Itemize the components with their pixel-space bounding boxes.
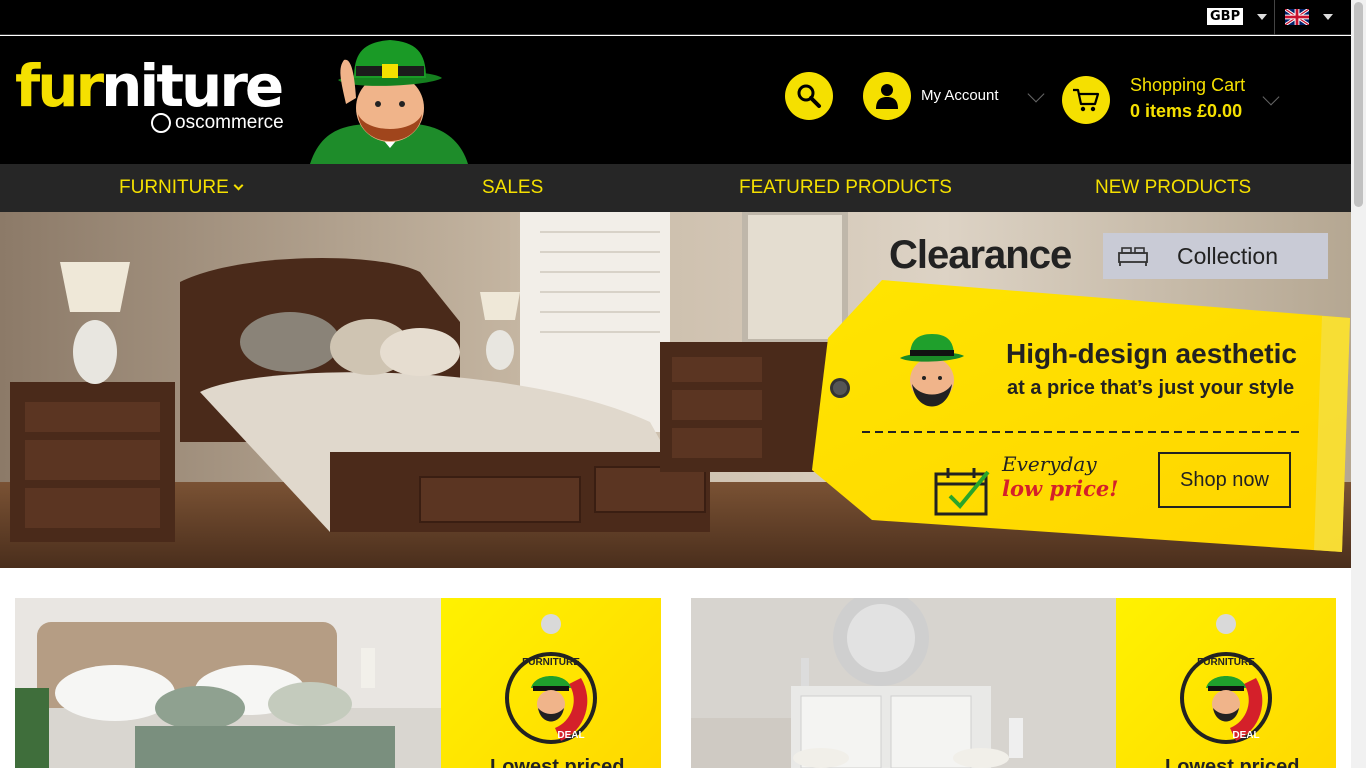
nav-item-furniture[interactable]: FURNITURE: [119, 177, 244, 199]
divider: [1274, 0, 1275, 35]
nav-item-label: FURNITURE: [119, 177, 229, 198]
tag-hole: [541, 614, 561, 634]
shop-now-button[interactable]: Shop now: [1158, 452, 1291, 508]
leprechaun-mascot: [310, 40, 468, 164]
hero-headline: High-design aesthetic: [1006, 338, 1297, 369]
bed-product-photo: [15, 598, 441, 768]
search-button[interactable]: [785, 72, 833, 120]
nav-item-featured-products[interactable]: FEATURED PRODUCTS: [739, 177, 952, 199]
furniture-deal-badge: FURNITURE DEAL: [505, 652, 597, 744]
user-icon: [876, 84, 898, 109]
nav-item-label: SALES: [482, 177, 544, 198]
site-header: furniture oscommerce My Account Shopping…: [0, 36, 1351, 164]
dining-product-photo: [691, 598, 1116, 768]
cart-summary[interactable]: 0 items £0.00: [1130, 101, 1242, 122]
scrollbar-thumb[interactable]: [1354, 2, 1363, 207]
site-logo[interactable]: furniture oscommerce: [15, 52, 284, 133]
deal-panel: FURNITURE DEAL Lowest priced: [1116, 598, 1336, 768]
hero-subline: at a price that’s just your style: [1007, 377, 1295, 399]
nav-item-label: NEW PRODUCTS: [1095, 177, 1252, 198]
my-account-link[interactable]: My Account: [921, 87, 999, 104]
logo-subtitle: oscommerce: [151, 112, 284, 134]
collection-badge[interactable]: Collection: [1103, 233, 1328, 279]
collection-label: Collection: [1177, 242, 1278, 269]
currency-code: GBP: [1207, 8, 1244, 25]
nav-item-label: FEATURED PRODUCTS: [739, 177, 952, 198]
cart-button[interactable]: [1062, 76, 1110, 124]
cart-title[interactable]: Shopping Cart: [1130, 75, 1245, 96]
promo-caption: Lowest priced: [490, 756, 625, 768]
logo-wordmark: furniture: [15, 52, 284, 120]
price-tag-graphic: [812, 280, 1350, 552]
promo-card[interactable]: FURNITURE DEAL Lowest priced: [15, 598, 661, 768]
chevron-down-icon[interactable]: [1027, 85, 1045, 103]
uk-flag-icon: [1285, 9, 1309, 25]
search-icon: [797, 84, 821, 108]
svg-text:DEAL: DEAL: [557, 730, 584, 741]
bed-icon: [1118, 247, 1148, 266]
svg-text:FURNITURE: FURNITURE: [1197, 657, 1255, 668]
everyday-text: Everyday: [1002, 452, 1097, 476]
top-bar: GBP: [0, 0, 1351, 35]
language-selector[interactable]: [1285, 9, 1333, 25]
caret-down-icon: [1323, 14, 1333, 20]
page-scrollbar[interactable]: [1351, 0, 1366, 768]
furniture-deal-badge: FURNITURE DEAL: [1180, 652, 1272, 744]
hero-banner[interactable]: Clearance Collection High-design aesthet…: [0, 212, 1351, 568]
main-nav: FURNITURE SALES FEATURED PRODUCTS NEW PR…: [0, 164, 1351, 212]
deal-panel: FURNITURE DEAL Lowest priced: [441, 598, 661, 768]
svg-text:FURNITURE: FURNITURE: [522, 657, 580, 668]
nav-item-new-products[interactable]: NEW PRODUCTS: [1095, 177, 1251, 199]
promo-card[interactable]: FURNITURE DEAL Lowest priced: [691, 598, 1336, 768]
caret-down-icon: [1257, 13, 1268, 20]
tag-hole: [1216, 614, 1236, 634]
promo-caption: Lowest priced: [1165, 756, 1300, 768]
chevron-down-icon: [233, 180, 244, 191]
clearance-heading: Clearance: [889, 233, 1072, 277]
svg-text:DEAL: DEAL: [1232, 730, 1259, 741]
cart-icon: [1073, 88, 1100, 112]
currency-selector[interactable]: GBP: [1207, 8, 1268, 25]
page: GBP furniture oscommerce My Account Shop…: [0, 0, 1366, 768]
nav-item-sales[interactable]: SALES: [482, 177, 543, 199]
chevron-down-icon[interactable]: [1262, 88, 1280, 106]
account-button[interactable]: [863, 72, 911, 120]
low-price-text: low price!: [1002, 476, 1119, 501]
oscommerce-icon: [151, 113, 171, 133]
